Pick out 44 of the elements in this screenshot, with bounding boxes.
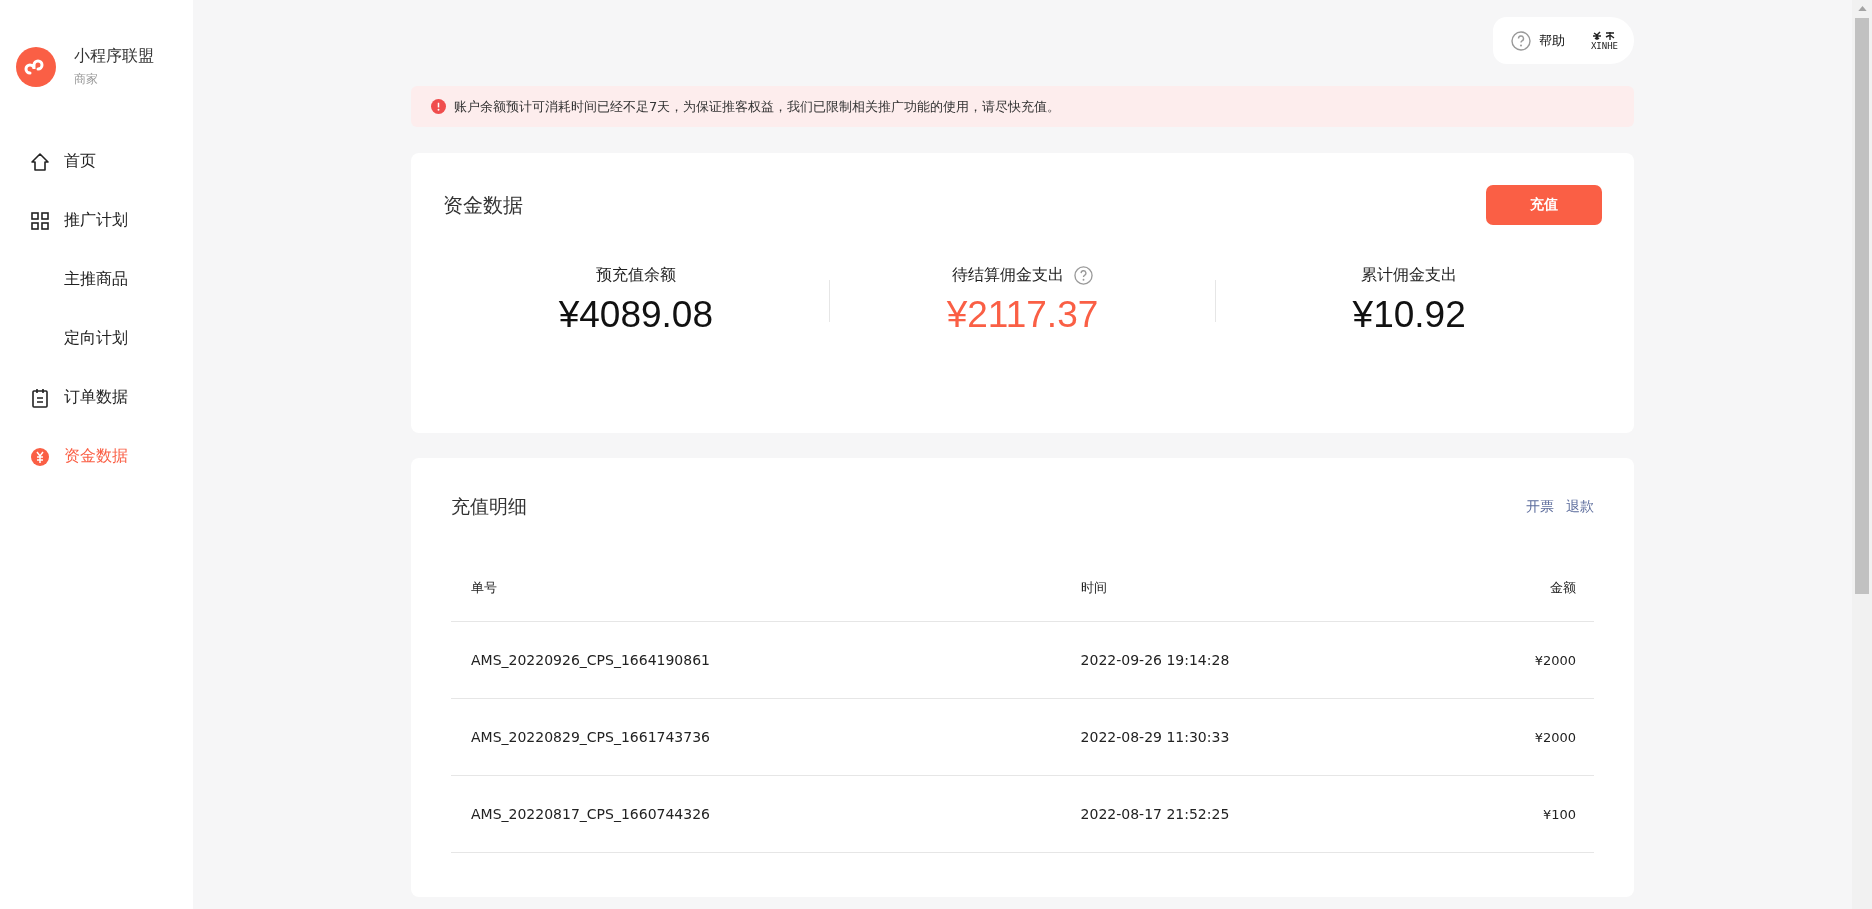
warning-icon xyxy=(431,99,446,114)
table-cell: ¥100 xyxy=(1420,775,1594,853)
table-cell: ¥2000 xyxy=(1420,621,1594,699)
column-header: 单号 xyxy=(451,555,1061,622)
help-button[interactable]: 帮助 xyxy=(1510,30,1565,51)
help-icon[interactable] xyxy=(1074,266,1093,285)
stat-label: 累计佣金支出 xyxy=(1361,265,1458,286)
nav-item[interactable]: 主推商品 xyxy=(0,250,193,309)
calligraphy-icon xyxy=(1592,30,1617,41)
link[interactable]: 开票 xyxy=(1526,497,1554,516)
scroll-up-icon[interactable] xyxy=(1857,6,1867,11)
clipboard-icon xyxy=(30,387,50,408)
stat-label: 预充值余额 xyxy=(595,265,676,286)
logo-icon xyxy=(16,47,56,87)
alert-message: 账户余额预计可消耗时间已经不足7天，为保证推客权益，我们已限制相关推广功能的使用，请尽快充值。 xyxy=(454,97,1061,116)
table-cell: 2022-08-29 11:30:33 xyxy=(1060,698,1421,776)
nav-item[interactable]: 定向计划 xyxy=(0,309,193,368)
stat-label: 待结算佣金支出 xyxy=(952,265,1064,286)
stat-value: ¥2117.37 xyxy=(946,294,1099,336)
account-logo-text[interactable]: XINHE xyxy=(1590,40,1618,51)
table-cell: AMS_20220817_CPS_1660744326 xyxy=(451,775,1061,853)
grid-icon xyxy=(30,210,50,231)
stat-value: ¥4089.08 xyxy=(558,294,713,336)
yuan-icon xyxy=(30,446,50,467)
column-header: 时间 xyxy=(1060,555,1421,622)
brand-name: 小程序联盟 xyxy=(74,46,154,67)
nav-item[interactable]: 推广计划 xyxy=(0,191,193,250)
card-title: 资金数据 xyxy=(443,191,523,219)
table-cell: ¥2000 xyxy=(1420,698,1594,776)
nav-item[interactable]: 订单数据 xyxy=(0,368,193,427)
table-cell: 2022-08-17 21:52:25 xyxy=(1060,775,1421,853)
stat-value: ¥10.92 xyxy=(1352,294,1466,336)
table-cell: 2022-09-26 19:14:28 xyxy=(1060,621,1421,699)
card-title: 充值明细 xyxy=(451,493,527,519)
home-icon xyxy=(30,151,50,172)
brand-subtitle: 商家 xyxy=(74,71,99,88)
column-header: 金额 xyxy=(1420,555,1594,622)
help-icon xyxy=(1510,30,1531,51)
nav-item[interactable]: 首页 xyxy=(0,132,193,191)
link[interactable]: 退款 xyxy=(1566,497,1594,516)
table-cell: AMS_20220829_CPS_1661743736 xyxy=(451,698,1061,776)
scrollbar[interactable] xyxy=(1852,0,1872,909)
scroll-thumb[interactable] xyxy=(1855,18,1869,594)
table-cell: AMS_20220926_CPS_1664190861 xyxy=(451,621,1061,699)
